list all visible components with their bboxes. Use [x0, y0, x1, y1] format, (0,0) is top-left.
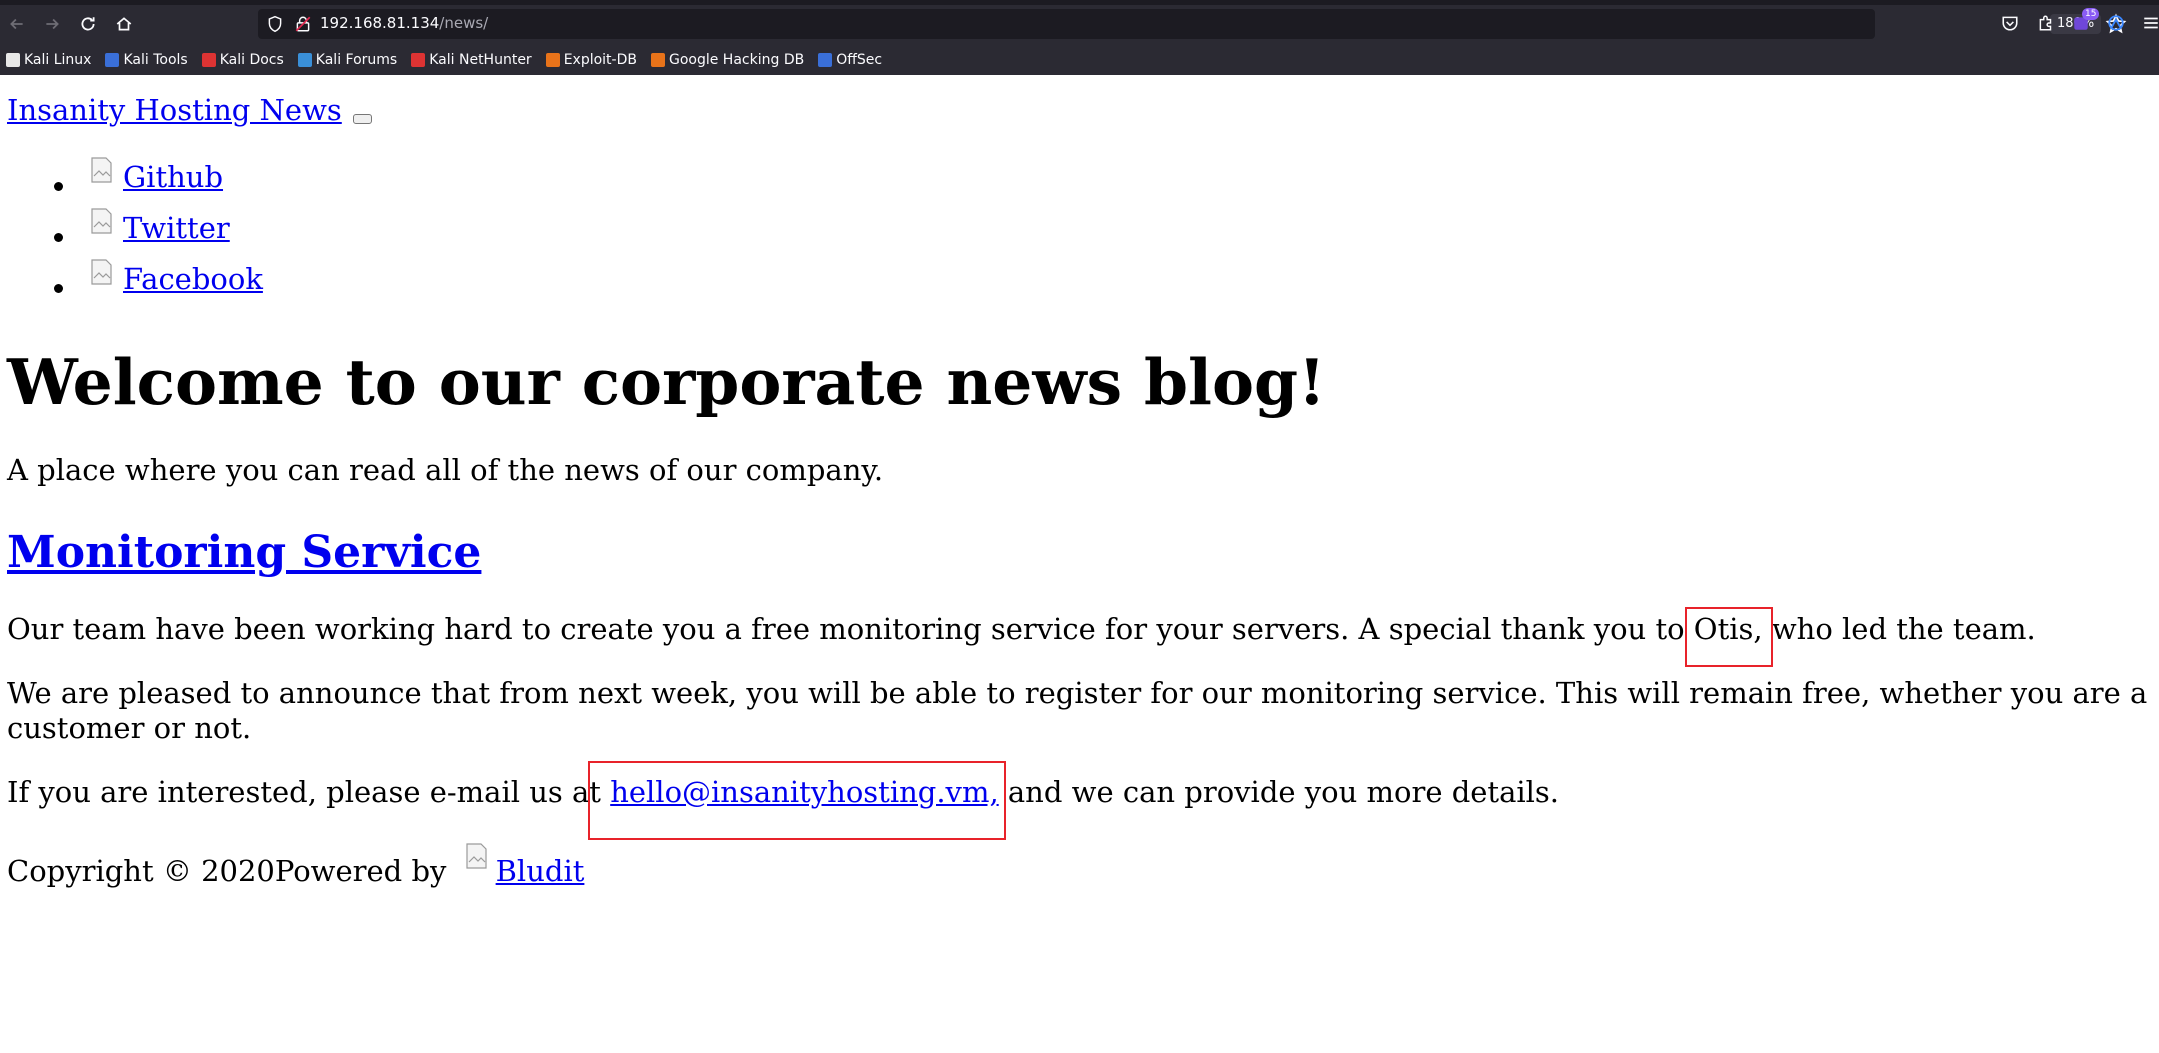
- bookmark-label: Kali Tools: [123, 52, 188, 68]
- facebook-link[interactable]: Facebook: [123, 262, 263, 296]
- address-bar[interactable]: 192.168.81.134/news/ 180%: [258, 9, 2127, 39]
- back-arrow-icon: [10, 18, 23, 30]
- menu-button[interactable]: [2138, 10, 2159, 36]
- hamburger-menu-icon: [2144, 17, 2158, 29]
- bookmark-label: Kali Forums: [315, 52, 398, 68]
- broken-image-icon: [466, 843, 487, 869]
- url-host: 192.168.81.134: [320, 14, 440, 32]
- list-bullet: [54, 182, 63, 191]
- kali-dragon-icon: [6, 53, 20, 67]
- url-path: /news/: [439, 14, 489, 32]
- bookmarks-toolbar: Kali Linux Kali Tools Kali Docs Kali Forums…: [0, 48, 896, 72]
- broken-image-icon: [91, 259, 112, 285]
- post-text: who led the team.: [1762, 612, 2036, 646]
- list-bullet: [54, 284, 63, 293]
- forward-button[interactable]: [37, 9, 67, 39]
- highlight-box-name: [1685, 607, 1773, 667]
- post-paragraph-2-line-1: We are pleased to announce that from nex…: [7, 676, 2148, 710]
- bookmark-item[interactable]: Kali Docs: [201, 52, 284, 68]
- ghdb-icon: [650, 53, 665, 67]
- post-text: If you are interested, please e-mail us …: [7, 775, 611, 809]
- bludit-link[interactable]: Bludit: [496, 854, 585, 888]
- reload-icon: [81, 17, 95, 31]
- account-button[interactable]: [2103, 10, 2129, 36]
- exploit-db-icon: [545, 53, 560, 67]
- home-button[interactable]: [109, 9, 139, 39]
- site-title-link[interactable]: Insanity Hosting News: [7, 93, 342, 127]
- bookmark-item[interactable]: Kali NetHunter: [411, 52, 532, 68]
- bookmark-item[interactable]: Exploit-DB: [545, 52, 637, 68]
- bookmark-label: Google Hacking DB: [668, 52, 805, 68]
- nethunter-icon: [411, 53, 426, 67]
- insecure-lock-icon[interactable]: [294, 15, 312, 33]
- kali-forums-icon: [297, 53, 312, 67]
- bookmark-item[interactable]: Google Hacking DB: [650, 52, 805, 68]
- broken-image-icon: [91, 157, 112, 183]
- broken-image-icon: [91, 208, 112, 234]
- twitter-link[interactable]: Twitter: [123, 211, 230, 245]
- addon-button[interactable]: 15: [2068, 8, 2100, 36]
- forward-arrow-icon: [46, 18, 59, 30]
- copyright-text: Copyright © 2020Powered by: [7, 854, 456, 888]
- reload-button[interactable]: [73, 9, 103, 39]
- addon-badge: 15: [2082, 8, 2100, 20]
- post-text: and we can provide you more details.: [998, 775, 1560, 809]
- highlight-box-email: [588, 761, 1006, 840]
- github-link[interactable]: Github: [123, 160, 223, 194]
- bookmark-label: OffSec: [836, 52, 883, 68]
- account-icon: [2108, 15, 2124, 31]
- post-title: Monitoring Service: [7, 527, 481, 578]
- bookmark-label: Kali Docs: [219, 52, 284, 68]
- bookmark-item[interactable]: Kali Forums: [297, 52, 398, 68]
- tab-strip-edge: [0, 0, 2159, 5]
- extensions-button[interactable]: [2033, 10, 2059, 36]
- bookmark-item[interactable]: Kali Tools: [105, 52, 188, 68]
- post-title-link[interactable]: Monitoring Service: [7, 527, 481, 578]
- offsec-icon: [818, 53, 833, 67]
- shield-icon[interactable]: [266, 15, 284, 33]
- page-viewport: Insanity Hosting News Github Twitter Fac…: [0, 75, 2159, 1053]
- browser-chrome: 192.168.81.134/news/ 180% 15 Kali LinuxK…: [0, 0, 2159, 75]
- bookmark-label: Kali Linux: [24, 52, 92, 68]
- kali-tools-icon: [105, 53, 120, 67]
- post-paragraph-2-line-2: customer or not.: [7, 711, 252, 745]
- back-button[interactable]: [2, 9, 32, 39]
- menu-toggle-button[interactable]: [353, 114, 372, 124]
- bookmark-label: Exploit-DB: [563, 52, 637, 68]
- puzzle-icon: [2039, 15, 2052, 31]
- bookmark-item[interactable]: OffSec: [818, 52, 882, 68]
- pocket-icon: [2002, 16, 2018, 31]
- bookmark-label: Kali NetHunter: [429, 52, 532, 68]
- url-text[interactable]: 192.168.81.134/news/: [320, 14, 488, 32]
- kali-docs-icon: [201, 53, 216, 67]
- pocket-button[interactable]: [1997, 10, 2023, 36]
- home-icon: [116, 17, 132, 31]
- tagline: A place where you can read all of the ne…: [7, 453, 884, 487]
- page-heading: Welcome to our corporate news blog!: [7, 345, 1326, 419]
- footer: Copyright © 2020Powered by Bludit: [7, 843, 585, 888]
- list-bullet: [54, 233, 63, 242]
- bookmark-item[interactable]: Kali Linux: [6, 52, 91, 68]
- post-text: Our team have been working hard to creat…: [7, 612, 1694, 646]
